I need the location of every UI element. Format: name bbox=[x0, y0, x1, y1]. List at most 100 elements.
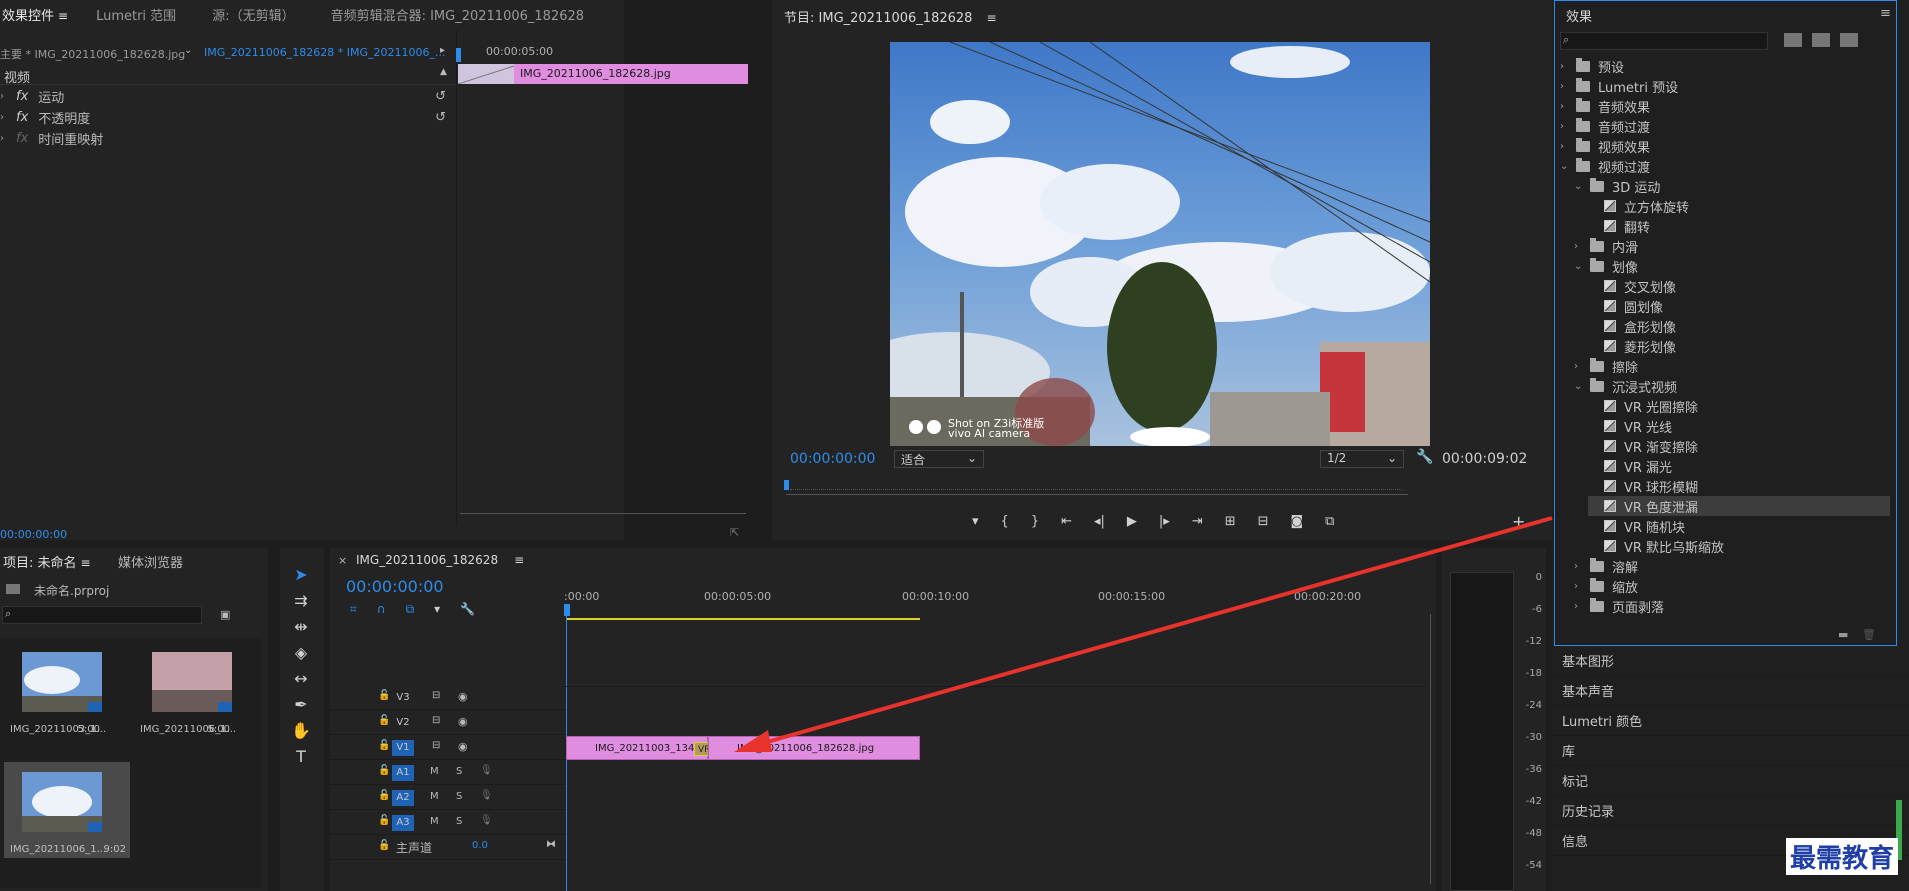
effect-row-motion[interactable]: › fx 运动 ↺ bbox=[0, 86, 456, 106]
effect-item[interactable]: 盒形划像 bbox=[1588, 316, 1890, 336]
sequence-clip-label[interactable]: IMG_20211006_182628 * IMG_20211006_... bbox=[204, 46, 445, 59]
menu-icon[interactable]: ≡ bbox=[81, 556, 91, 570]
chevron-right-icon[interactable]: › bbox=[0, 133, 16, 144]
effects-folder[interactable]: › 音频过渡 bbox=[1560, 116, 1890, 136]
master-clip-label[interactable]: 主要 * IMG_20211006_182628.jpg bbox=[0, 46, 185, 62]
32bit-effects-icon[interactable] bbox=[1812, 33, 1830, 47]
mark-out-icon[interactable]: } bbox=[1031, 514, 1039, 534]
chevron-down-icon[interactable]: ⌄ bbox=[1574, 181, 1590, 192]
fit-select[interactable]: 适合 ⌄ bbox=[894, 450, 984, 468]
tab-media-browser[interactable]: 媒体浏览器 bbox=[118, 552, 183, 571]
chevron-right-icon[interactable]: › bbox=[1560, 101, 1576, 112]
effect-item[interactable]: VR 漏光 bbox=[1588, 456, 1890, 476]
effects-folder[interactable]: ⌄ 沉浸式视频 bbox=[1574, 376, 1890, 396]
add-button-icon[interactable]: + bbox=[1512, 512, 1525, 531]
lock-icon[interactable]: 🔓 bbox=[378, 715, 390, 726]
effect-item[interactable]: 菱形划像 bbox=[1588, 336, 1890, 356]
effects-folder[interactable]: ⌄ 视频过渡 bbox=[1560, 156, 1890, 176]
program-video-frame[interactable] bbox=[890, 42, 1430, 446]
tab-lumetri-scopes[interactable]: Lumetri 范围 bbox=[88, 5, 184, 24]
mute-button[interactable]: M bbox=[430, 766, 439, 777]
track-header-v1[interactable]: 🔓 V1 ⊟ ◉ bbox=[330, 736, 566, 760]
program-timecode[interactable]: 00:00:00:00 bbox=[790, 451, 875, 467]
chevron-right-icon[interactable]: › bbox=[1574, 361, 1590, 372]
eye-icon[interactable]: ◉ bbox=[458, 740, 468, 753]
tab-effect-controls[interactable]: 效果控件 ≡ bbox=[0, 5, 76, 24]
track-header-v2[interactable]: 🔓 V2 ⊟ ◉ bbox=[330, 711, 566, 735]
compare-icon[interactable]: ⧉ bbox=[1325, 514, 1334, 534]
accelerated-effects-icon[interactable] bbox=[1784, 33, 1802, 47]
section-essential-graphics[interactable]: 基本图形 bbox=[1552, 646, 1909, 676]
effects-folder[interactable]: › 内滑 bbox=[1574, 236, 1890, 256]
effects-folder[interactable]: ⌄ 3D 运动 bbox=[1574, 176, 1890, 196]
menu-icon[interactable]: ≡ bbox=[514, 553, 524, 567]
solo-button[interactable]: S bbox=[456, 766, 462, 777]
section-essential-sound[interactable]: 基本声音 bbox=[1552, 676, 1909, 706]
track-header-a1[interactable]: 🔓 A1 M S 🎙 bbox=[330, 761, 566, 785]
tab-audio-clip-mixer[interactable]: 音频剪辑混合器: IMG_20211006_182628 bbox=[323, 5, 592, 24]
effect-item[interactable]: VR 渐变擦除 bbox=[1588, 436, 1890, 456]
effect-item[interactable]: VR 随机块 bbox=[1588, 516, 1890, 536]
hand-tool-icon[interactable]: ✋ bbox=[288, 718, 314, 744]
effects-folder[interactable]: › Lumetri 预设 bbox=[1560, 76, 1890, 96]
chevron-down-icon[interactable]: ⌄ bbox=[1574, 381, 1590, 392]
reset-icon[interactable]: ↺ bbox=[435, 110, 446, 125]
effects-folder[interactable]: ⌄ 划像 bbox=[1574, 256, 1890, 276]
lock-icon[interactable]: 🔓 bbox=[378, 790, 390, 801]
extract-icon[interactable]: ⊟ bbox=[1258, 514, 1269, 534]
go-to-end-icon[interactable]: ⧓ bbox=[546, 839, 556, 850]
program-zoom-bar[interactable] bbox=[786, 494, 1408, 502]
wrench-icon[interactable]: 🔧 bbox=[1416, 449, 1433, 465]
menu-icon[interactable]: ≡ bbox=[986, 11, 996, 25]
effects-folder[interactable]: › 缩放 bbox=[1574, 576, 1890, 596]
pen-tool-icon[interactable]: ✒ bbox=[288, 692, 314, 718]
ec-scrollbar[interactable] bbox=[460, 513, 746, 519]
effect-row-opacity[interactable]: › fx 不透明度 ↺ bbox=[0, 107, 456, 127]
step-back-icon[interactable]: ◂| bbox=[1094, 514, 1105, 534]
lock-icon[interactable]: 🔓 bbox=[378, 765, 390, 776]
menu-icon[interactable]: ≡ bbox=[1880, 6, 1891, 21]
program-scrub-bar[interactable] bbox=[790, 482, 1402, 490]
section-markers[interactable]: 标记 bbox=[1552, 766, 1909, 796]
sync-icon[interactable]: ⊟ bbox=[432, 690, 440, 701]
track-header-a2[interactable]: 🔓 A2 M S 🎙 bbox=[330, 786, 566, 810]
chevron-right-icon[interactable]: › bbox=[1560, 121, 1576, 132]
section-libraries[interactable]: 库 bbox=[1552, 736, 1909, 766]
tab-source[interactable]: 源:（无剪辑） bbox=[204, 5, 302, 24]
mark-in-icon[interactable]: { bbox=[1001, 514, 1009, 534]
effects-search[interactable]: ⌕ bbox=[1560, 32, 1768, 50]
section-lumetri-color[interactable]: Lumetri 颜色 bbox=[1552, 706, 1909, 736]
timeline-close-icon[interactable]: × bbox=[338, 554, 347, 567]
chevron-right-icon[interactable]: › bbox=[0, 91, 16, 102]
go-to-out-icon[interactable]: ⇥ bbox=[1192, 514, 1203, 534]
slip-tool-icon[interactable]: ↔ bbox=[288, 666, 314, 692]
program-playhead[interactable] bbox=[784, 480, 789, 490]
chevron-right-icon[interactable]: › bbox=[1560, 141, 1576, 152]
track-select-tool-icon[interactable]: ⇉ bbox=[288, 588, 314, 614]
chevron-down-icon[interactable]: ⌄ bbox=[1560, 161, 1576, 172]
work-area-bar[interactable] bbox=[566, 618, 920, 620]
effect-item[interactable]: VR 默比乌斯缩放 bbox=[1588, 536, 1890, 556]
delete-icon[interactable]: 🗑 bbox=[1862, 628, 1876, 641]
track-label[interactable]: V3 bbox=[392, 690, 414, 706]
effects-folder[interactable]: › 页面剥落 bbox=[1574, 596, 1890, 616]
yuv-effects-icon[interactable] bbox=[1840, 33, 1858, 47]
eye-icon[interactable]: ◉ bbox=[458, 715, 468, 728]
effect-item[interactable]: VR 光圈擦除 bbox=[1588, 396, 1890, 416]
chevron-right-icon[interactable]: › bbox=[1574, 581, 1590, 592]
chevron-right-icon[interactable]: › bbox=[0, 112, 16, 123]
fx-badge[interactable]: fx bbox=[16, 89, 28, 104]
mute-button[interactable]: M bbox=[430, 791, 439, 802]
add-marker-icon[interactable]: ▾ bbox=[972, 514, 979, 534]
add-marker-icon[interactable]: ▾ bbox=[434, 602, 440, 617]
chevron-right-icon[interactable]: › bbox=[1560, 81, 1576, 92]
effects-folder[interactable]: › 预设 bbox=[1560, 56, 1890, 76]
selection-tool-icon[interactable]: ➤ bbox=[288, 562, 314, 588]
effects-folder[interactable]: › 视频效果 bbox=[1560, 136, 1890, 156]
program-title[interactable]: 节目: IMG_20211006_182628 ≡ bbox=[784, 7, 997, 26]
track-header-master[interactable]: 🔓 主声道 0.0 ⧓ bbox=[330, 836, 566, 860]
menu-icon[interactable]: ≡ bbox=[58, 9, 68, 23]
chevron-down-icon[interactable]: ⌄ bbox=[184, 45, 192, 56]
mic-icon[interactable]: 🎙 bbox=[480, 790, 493, 801]
snap-icon[interactable]: ∩ bbox=[377, 602, 386, 617]
